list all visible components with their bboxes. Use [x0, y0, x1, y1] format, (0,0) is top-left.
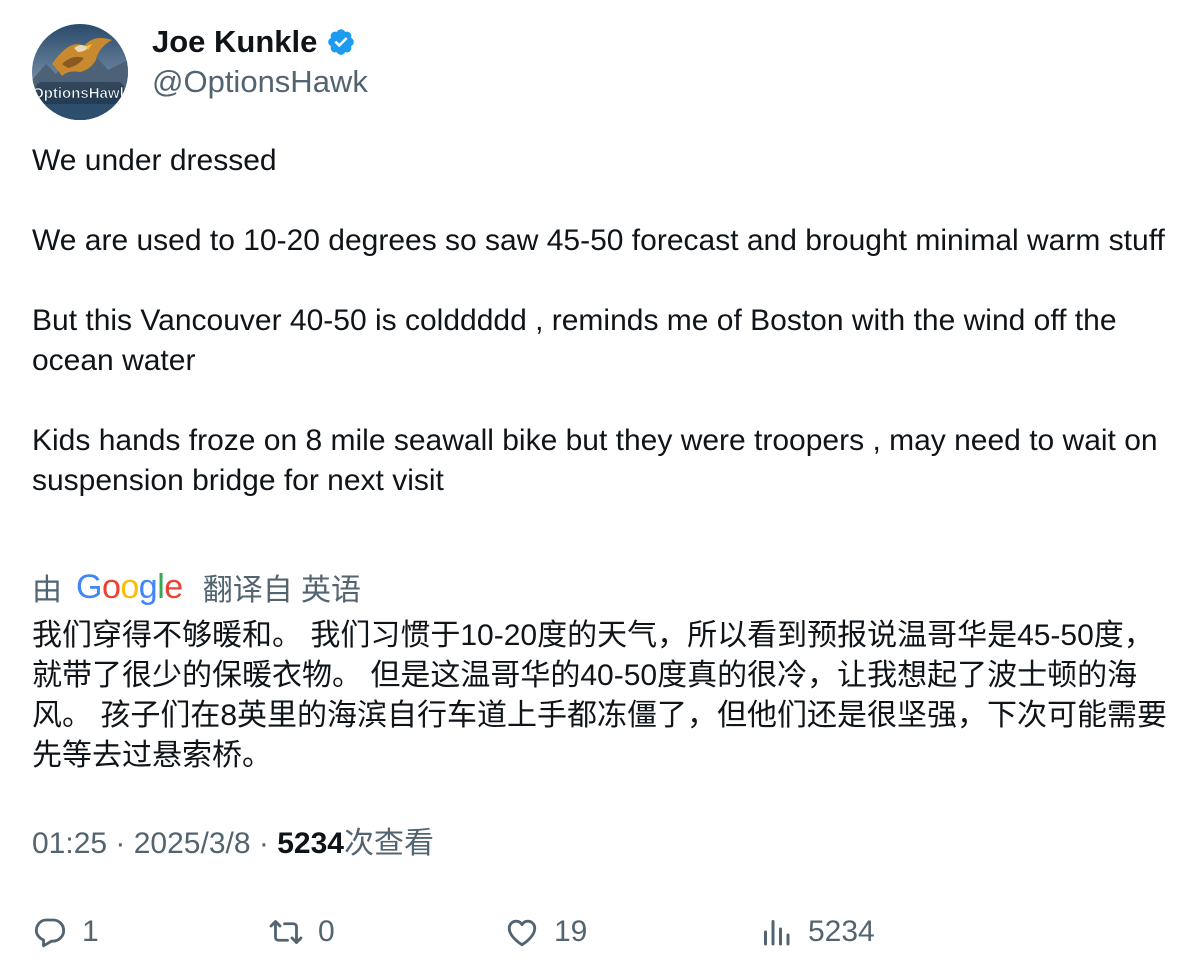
tweet-paragraph: We are used to 10-20 degrees so saw 45-5…	[32, 224, 1165, 257]
tweet-date[interactable]: 2025/3/8	[134, 827, 251, 860]
tweet-time[interactable]: 01:25	[32, 827, 107, 860]
author-display-name[interactable]: Joe Kunkle	[152, 22, 317, 62]
hawk-logo-icon: OptionsHawk	[32, 24, 128, 120]
meta-separator: ·	[107, 827, 134, 860]
author-name-row[interactable]: Joe Kunkle	[152, 22, 356, 62]
reply-count: 1	[82, 915, 99, 948]
translation-attribution: 由 Google 翻译自 英语	[32, 566, 361, 608]
reply-button[interactable]: 1	[32, 910, 99, 954]
like-button[interactable]: 19	[504, 910, 587, 954]
action-bar: 1 0 19 5234	[32, 910, 1172, 954]
retweet-count: 0	[318, 915, 335, 948]
tweet-paragraph: But this Vancouver 40-50 is colddddd , r…	[32, 304, 1117, 377]
tweet-paragraph: We under dressed	[32, 144, 277, 177]
heart-icon	[507, 919, 537, 947]
retweet-icon	[269, 920, 303, 944]
tweet-text: We under dressed We are used to 10-20 de…	[32, 141, 1172, 501]
google-logo-icon[interactable]: Google	[76, 566, 183, 608]
retweet-button[interactable]: 0	[268, 910, 335, 954]
meta-separator: ·	[250, 827, 278, 860]
tweet-paragraph: Kids hands froze on 8 mile seawall bike …	[32, 424, 1158, 497]
avatar-logo-text: OptionsHawk	[32, 85, 128, 102]
avatar[interactable]: OptionsHawk	[32, 24, 128, 120]
views-count: 5234	[277, 827, 344, 860]
reply-icon	[34, 918, 66, 948]
verified-badge-icon	[328, 29, 355, 55]
views-label: 次查看	[343, 827, 434, 860]
translated-from-label: 翻译自 英语	[202, 574, 362, 607]
like-count: 19	[554, 915, 588, 948]
analytics-icon	[764, 920, 790, 946]
tweet-meta: 01:25 · 2025/3/8 · 5234次查看	[32, 824, 434, 864]
author-handle[interactable]: @OptionsHawk	[152, 62, 368, 102]
views-action-count: 5234	[808, 915, 875, 948]
translated-text: 我们穿得不够暖和。 我们习惯于10-20度的天气，所以看到预报说温哥华是45-5…	[32, 619, 1168, 772]
translated-by-label: 由	[32, 574, 62, 607]
views-button[interactable]: 5234	[758, 910, 875, 954]
